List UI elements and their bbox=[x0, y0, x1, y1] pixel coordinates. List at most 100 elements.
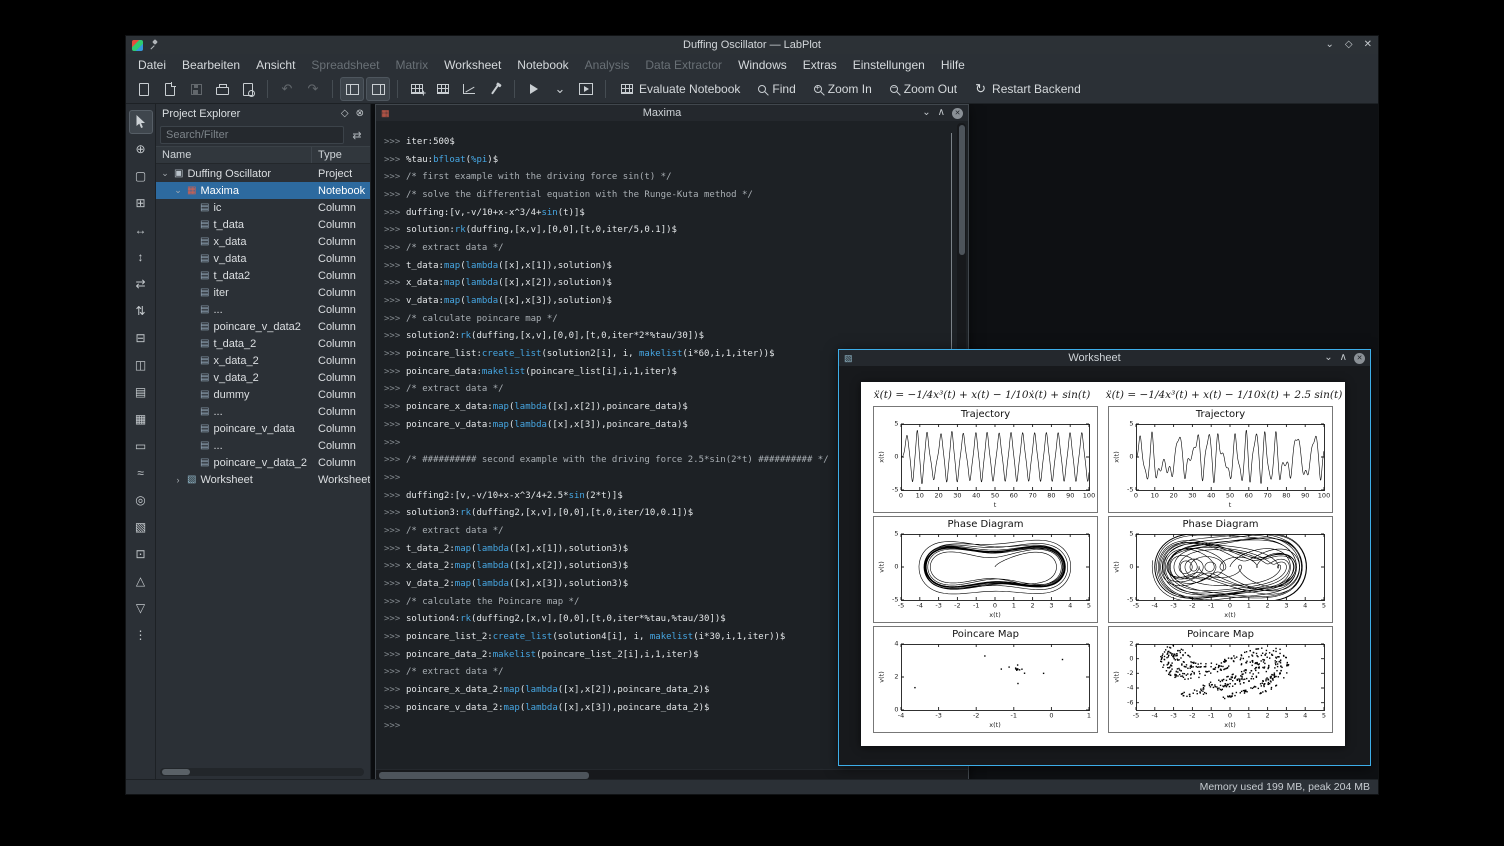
toggle-project-explorer-icon[interactable] bbox=[340, 77, 364, 101]
menu-bearbeiten[interactable]: Bearbeiten bbox=[174, 56, 248, 74]
evaluate-notebook-button[interactable]: Evaluate Notebook bbox=[613, 77, 748, 101]
shade-button[interactable]: ∧ bbox=[938, 108, 945, 118]
notebook-line[interactable]: >>> solution2:rk(duffing,[x,v],[0,0],[t,0… bbox=[384, 328, 938, 346]
tree-row-poincare_v_data2[interactable]: ▤ poincare_v_data2 Column bbox=[156, 318, 370, 335]
tree-row-worksheet[interactable]: › ▧ Worksheet Worksheet bbox=[156, 471, 371, 488]
column-header-name[interactable]: Name bbox=[156, 147, 312, 163]
worksheet-view[interactable]: ẍ(t) = −1/4x³(t) + x(t) − 1/10ẋ(t) + sin… bbox=[839, 366, 1370, 765]
run-options-icon[interactable]: ⌄ bbox=[548, 77, 572, 101]
print-preview-icon[interactable] bbox=[236, 77, 260, 101]
shift-x-tool-icon[interactable]: ⇄ bbox=[129, 272, 153, 296]
tree-row-v_data[interactable]: ▤ v_data Column bbox=[156, 250, 370, 267]
zoom-in-tool-icon[interactable]: ⊞ bbox=[129, 191, 153, 215]
zoom-y-tool-icon[interactable]: ↕ bbox=[129, 245, 153, 269]
chevron-right-icon[interactable]: › bbox=[173, 475, 183, 485]
menu-ansicht[interactable]: Ansicht bbox=[248, 56, 303, 74]
menu-matrix[interactable]: Matrix bbox=[387, 56, 436, 74]
notebook-line[interactable]: >>>/* calculate poincare map */ bbox=[384, 310, 938, 328]
plot-canvas[interactable] bbox=[875, 640, 1096, 731]
float-panel-button[interactable]: ◇ bbox=[341, 109, 349, 119]
triangle-down-tool-icon[interactable]: ▽ bbox=[129, 596, 153, 620]
tree-row-duffing-oscillator[interactable]: ⌄ ▣ Duffing Oscillator Project bbox=[156, 165, 370, 182]
open-icon[interactable] bbox=[158, 77, 182, 101]
run-icon[interactable] bbox=[522, 77, 546, 101]
phase-diagram-right[interactable]: Phase Diagram bbox=[1108, 516, 1333, 623]
worksheet-window-titlebar[interactable]: ▧ Worksheet ⌄ ∧ ✕ bbox=[839, 350, 1370, 366]
maximize-button[interactable]: ◇ bbox=[1345, 40, 1353, 50]
tree-row-t_data[interactable]: ▤ t_data Column bbox=[156, 216, 370, 233]
run-cell-icon[interactable] bbox=[574, 77, 598, 101]
notebook-line[interactable]: >>> v_data:map(lambda([x],x[3]),solution)… bbox=[384, 292, 938, 310]
notebook-line[interactable]: >>> %tau:bfloat(%pi)$ bbox=[384, 151, 938, 169]
notebook-line[interactable]: >>>/* first example with the driving for… bbox=[384, 168, 938, 186]
window-menu-button[interactable]: ⌄ bbox=[1324, 353, 1332, 363]
chevron-down-icon[interactable]: ⌄ bbox=[173, 185, 183, 196]
explorer-horizontal-scrollbar[interactable] bbox=[160, 768, 364, 776]
trajectory-plot-right[interactable]: Trajectory bbox=[1108, 406, 1333, 513]
tree-header[interactable]: Name Type bbox=[156, 146, 370, 164]
tree-row-x_data[interactable]: ▤ x_data Column bbox=[156, 233, 370, 250]
poincare-map-right[interactable]: Poincare Map bbox=[1108, 626, 1333, 733]
tree-row-iter[interactable]: ▤ iter Column bbox=[156, 284, 370, 301]
save-icon[interactable] bbox=[184, 77, 208, 101]
plot-canvas[interactable] bbox=[875, 420, 1096, 511]
split-view-tool-icon[interactable]: ◫ bbox=[129, 353, 153, 377]
zoom-out-button[interactable]: Zoom Out bbox=[882, 77, 965, 101]
column-header-type[interactable]: Type bbox=[312, 149, 370, 161]
select-region-tool-icon[interactable]: ▢ bbox=[129, 164, 153, 188]
tree-row-t_data_2[interactable]: ▤ t_data_2 Column bbox=[156, 335, 370, 352]
menu-datei[interactable]: Datei bbox=[130, 56, 174, 74]
plot-canvas[interactable] bbox=[1110, 640, 1331, 731]
notebook-line[interactable]: >>> x_data:map(lambda([x],x[2]),solution)… bbox=[384, 275, 938, 293]
rows-tool-icon[interactable]: ▤ bbox=[129, 380, 153, 404]
close-window-button[interactable]: ✕ bbox=[1354, 352, 1365, 364]
bar-tool-icon[interactable]: ▭ bbox=[129, 434, 153, 458]
notebook-line[interactable]: >>> duffing:[v,-v/10+x-x^3/4+sin(t)]$ bbox=[384, 204, 938, 222]
box-plus-tool-icon[interactable]: ⊡ bbox=[129, 542, 153, 566]
print-icon[interactable] bbox=[210, 77, 234, 101]
menu-einstellungen[interactable]: Einstellungen bbox=[845, 56, 933, 74]
plot-canvas[interactable] bbox=[875, 530, 1096, 621]
redo-icon[interactable]: ↷ bbox=[301, 77, 325, 101]
plot-canvas[interactable] bbox=[1110, 530, 1331, 621]
tree-row-v_data_2[interactable]: ▤ v_data_2 Column bbox=[156, 369, 370, 386]
notebook-horizontal-scrollbar[interactable] bbox=[376, 769, 968, 779]
zoom-out-tool-icon[interactable]: ⊟ bbox=[129, 326, 153, 350]
new-matrix-icon[interactable] bbox=[431, 77, 455, 101]
notebook-line[interactable]: >>> t_data:map(lambda([x],x[1]),solution)… bbox=[384, 257, 938, 275]
tree-row-dummy[interactable]: ▤ dummy Column bbox=[156, 386, 370, 403]
zoom-tool-icon[interactable]: ⊕ bbox=[129, 137, 153, 161]
close-panel-button[interactable]: ⊗ bbox=[356, 109, 364, 119]
menu-hilfe[interactable]: Hilfe bbox=[933, 56, 973, 74]
search-input[interactable] bbox=[160, 126, 344, 144]
menu-windows[interactable]: Windows bbox=[730, 56, 795, 74]
hatch-tool-icon[interactable]: ▧ bbox=[129, 515, 153, 539]
tree-row-ic[interactable]: ▤ ic Column bbox=[156, 199, 370, 216]
phase-diagram-left[interactable]: Phase Diagram bbox=[873, 516, 1098, 623]
tree-row-x_data_2[interactable]: ▤ x_data_2 Column bbox=[156, 352, 370, 369]
tree-row-poincare_v_data_2[interactable]: ▤ poincare_v_data_2 Column bbox=[156, 454, 370, 471]
close-window-button[interactable]: ✕ bbox=[952, 107, 963, 119]
chevron-down-icon[interactable]: ⌄ bbox=[160, 168, 170, 179]
new-spreadsheet-icon[interactable] bbox=[405, 77, 429, 101]
restart-backend-button[interactable]: ↻ Restart Backend bbox=[967, 77, 1089, 101]
window-titlebar[interactable]: Duffing Oscillator — LabPlot ⌄ ◇ ✕ bbox=[126, 36, 1378, 54]
notebook-line[interactable]: >>>/* solve the differential equation wi… bbox=[384, 186, 938, 204]
trajectory-plot-left[interactable]: Trajectory bbox=[873, 406, 1098, 513]
minimize-button[interactable]: ⌄ bbox=[1326, 40, 1334, 50]
triangle-up-tool-icon[interactable]: △ bbox=[129, 569, 153, 593]
worksheet-window[interactable]: ▧ Worksheet ⌄ ∧ ✕ ẍ(t) = −1/4x³(t) + x(t) … bbox=[838, 349, 1371, 766]
menu-data-extractor[interactable]: Data Extractor bbox=[637, 56, 730, 74]
tree-row--[interactable]: ▤... Column bbox=[156, 301, 370, 318]
new-worksheet-icon[interactable] bbox=[457, 77, 481, 101]
target-tool-icon[interactable]: ◎ bbox=[129, 488, 153, 512]
shade-button[interactable]: ∧ bbox=[1340, 353, 1347, 363]
find-button[interactable]: Find bbox=[750, 77, 803, 101]
scrollbar-handle[interactable] bbox=[958, 125, 965, 255]
scrollbar-handle[interactable] bbox=[379, 772, 589, 779]
new-icon[interactable] bbox=[132, 77, 156, 101]
shift-y-tool-icon[interactable]: ⇅ bbox=[129, 299, 153, 323]
menu-notebook[interactable]: Notebook bbox=[509, 56, 576, 74]
notebook-line[interactable]: >>>/* extract data */ bbox=[384, 239, 938, 257]
zoom-in-button[interactable]: Zoom In bbox=[806, 77, 880, 101]
